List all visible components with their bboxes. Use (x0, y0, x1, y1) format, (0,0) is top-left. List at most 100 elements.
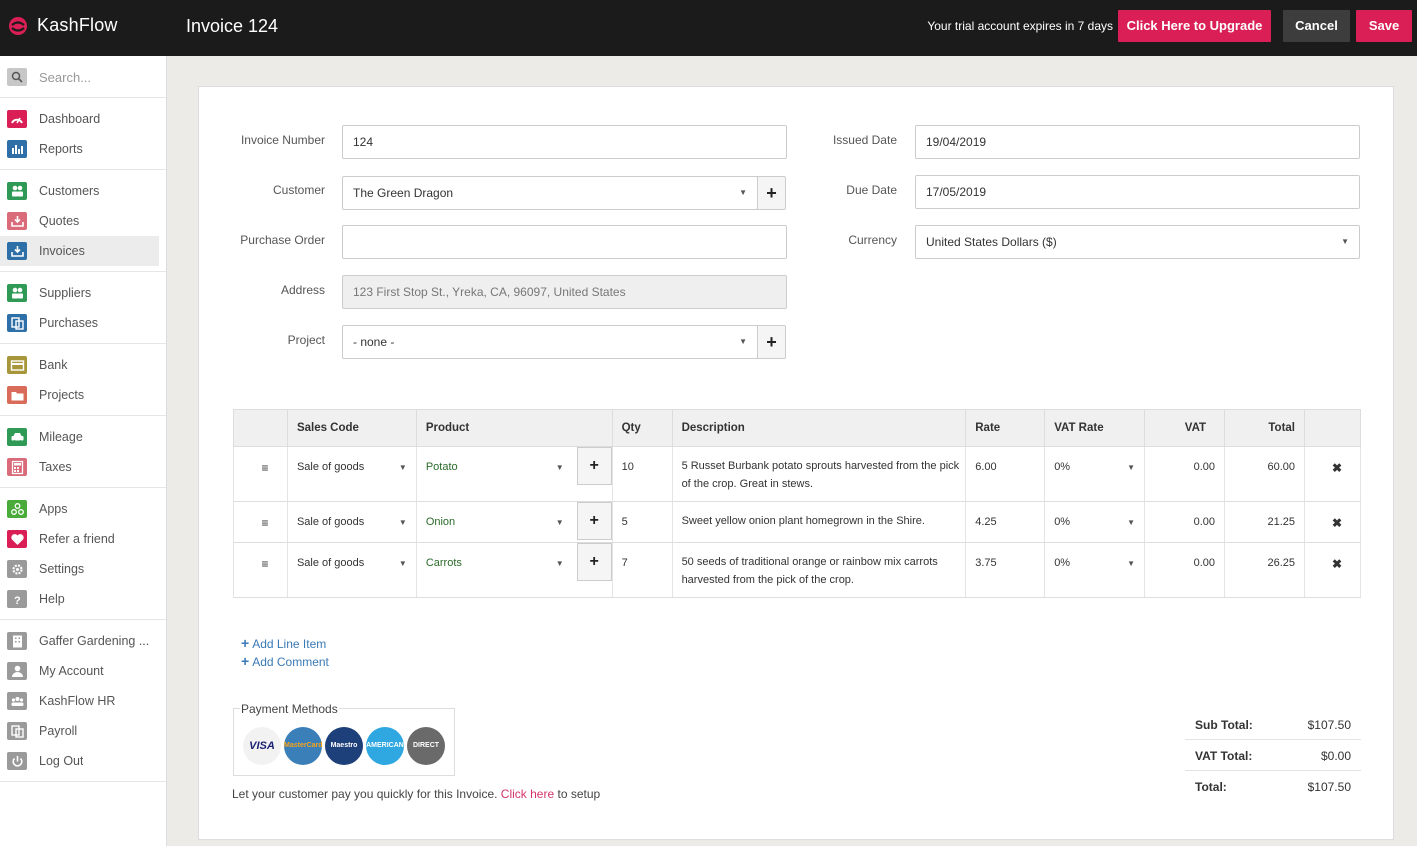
delete-row-icon[interactable]: ✖ (1304, 542, 1361, 598)
sidebar-item-label: Refer a friend (39, 532, 115, 546)
product-select[interactable]: Onion ▼ + (415, 501, 613, 543)
sales-code-select[interactable]: Sale of goods ▼ (286, 446, 417, 502)
sidebar-item-label: Projects (39, 388, 85, 402)
chevron-down-icon: ▼ (555, 463, 564, 472)
drag-handle-icon[interactable]: ≡ (233, 501, 288, 543)
sidebar-item-settings[interactable]: Settings (0, 554, 159, 584)
sidebar-item-label: Quotes (39, 214, 80, 228)
sidebar-item-bank[interactable]: Bank (0, 350, 159, 380)
currency-label: Currency (848, 233, 897, 247)
sidebar-item-label: Invoices (39, 244, 85, 258)
search-input[interactable]: Search... (39, 70, 91, 85)
sidebar-search[interactable]: Search... (0, 56, 166, 98)
add-line-item-link[interactable]: + Add Line Item (241, 635, 326, 651)
rate-input[interactable]: 3.75 (965, 542, 1046, 598)
plus-icon: + (241, 653, 250, 669)
sidebar-item-invoices[interactable]: Invoices (0, 236, 159, 266)
line-total-value: 26.25 (1224, 542, 1305, 598)
sidebar-item-projects[interactable]: Projects (0, 380, 159, 410)
vat-rate-value: 0% (1054, 461, 1071, 473)
sales-code-value: Sale of goods (296, 516, 365, 528)
sales-code-select[interactable]: Sale of goods ▼ (286, 501, 417, 543)
col-product: Product (415, 409, 613, 447)
product-select[interactable]: Potato ▼ + (415, 446, 613, 502)
sidebar-item-payroll[interactable]: Payroll (0, 716, 159, 746)
payment-setup-link[interactable]: Click here (501, 787, 554, 801)
add-comment-link[interactable]: + Add Comment (241, 653, 329, 669)
drag-handle-icon[interactable]: ≡ (233, 542, 288, 598)
chevron-down-icon: ▼ (398, 463, 407, 472)
heart-icon (7, 530, 27, 548)
customer-select[interactable]: The Green Dragon ▼ (342, 176, 758, 210)
chevron-down-icon: ▼ (739, 188, 747, 197)
col-delete (1304, 409, 1361, 447)
add-product-button[interactable]: + (576, 447, 612, 485)
upgrade-button[interactable]: Click Here to Upgrade (1118, 10, 1271, 42)
description-input[interactable]: 50 seeds of traditional orange or rainbo… (671, 542, 967, 598)
sidebar-item-label: Suppliers (39, 286, 92, 300)
vat-total-row: VAT Total: $0.00 (1185, 740, 1361, 771)
sidebar-item-log-out[interactable]: Log Out (0, 746, 159, 776)
purchase-order-input[interactable] (342, 225, 787, 259)
delete-row-icon[interactable]: ✖ (1304, 501, 1361, 543)
sidebar-item-refer-a-friend[interactable]: Refer a friend (0, 524, 159, 554)
vat-value: 0.00 (1144, 542, 1226, 598)
vat-rate-select[interactable]: 0% ▼ (1044, 542, 1146, 598)
description-input[interactable]: 5 Russet Burbank potato sprouts harveste… (671, 446, 967, 502)
sidebar-item-gaffer-gardening[interactable]: Gaffer Gardening ... (0, 626, 159, 656)
qty-input[interactable]: 10 (611, 446, 673, 502)
sidebar-item-apps[interactable]: Apps (0, 494, 159, 524)
rate-input[interactable]: 6.00 (965, 446, 1046, 502)
delete-row-icon[interactable]: ✖ (1304, 446, 1361, 502)
add-comment-label: Add Comment (252, 655, 329, 669)
address-field: 123 First Stop St., Yreka, CA, 96097, Un… (342, 275, 787, 309)
product-select[interactable]: Carrots ▼ + (415, 542, 613, 598)
users-icon (7, 284, 27, 302)
save-button[interactable]: Save (1356, 10, 1412, 42)
add-customer-button[interactable]: + (757, 176, 786, 210)
add-product-button[interactable]: + (576, 543, 612, 581)
chevron-down-icon: ▼ (1127, 463, 1136, 472)
sub-total-value: $107.50 (1307, 718, 1351, 732)
sidebar-item-mileage[interactable]: Mileage (0, 422, 159, 452)
qty-input[interactable]: 5 (611, 501, 673, 543)
sales-code-select[interactable]: Sale of goods ▼ (286, 542, 417, 598)
invoice-number-input[interactable]: 124 (342, 125, 787, 159)
add-product-button[interactable]: + (576, 502, 612, 540)
sidebar-item-taxes[interactable]: Taxes (0, 452, 159, 482)
description-input[interactable]: Sweet yellow onion plant homegrown in th… (671, 501, 967, 543)
sidebar-item-reports[interactable]: Reports (0, 134, 159, 164)
sidebar-item-suppliers[interactable]: Suppliers (0, 278, 159, 308)
cancel-button[interactable]: Cancel (1283, 10, 1350, 42)
currency-value: United States Dollars ($) (926, 235, 1057, 249)
chevron-down-icon: ▼ (1127, 559, 1136, 568)
page-title: Invoice 124 (186, 16, 279, 36)
svg-text:?: ? (14, 595, 21, 607)
vat-rate-select[interactable]: 0% ▼ (1044, 501, 1146, 543)
drag-handle-icon[interactable]: ≡ (233, 446, 288, 502)
power-icon (7, 752, 27, 770)
team-icon (7, 692, 27, 710)
due-date-input[interactable]: 17/05/2019 (915, 175, 1360, 209)
sidebar-item-kashflow-hr[interactable]: KashFlow HR (0, 686, 159, 716)
product-value: Onion (425, 516, 456, 528)
sidebar-item-quotes[interactable]: Quotes (0, 206, 159, 236)
sidebar-item-my-account[interactable]: My Account (0, 656, 159, 686)
sidebar-item-help[interactable]: ? Help (0, 584, 159, 614)
qty-input[interactable]: 7 (611, 542, 673, 598)
rate-input[interactable]: 4.25 (965, 501, 1046, 543)
sidebar-item-dashboard[interactable]: Dashboard (0, 104, 159, 134)
sidebar-group: Customers Quotes Invoices (0, 170, 166, 272)
add-project-button[interactable]: + (757, 325, 786, 359)
sidebar-item-customers[interactable]: Customers (0, 176, 159, 206)
vat-rate-select[interactable]: 0% ▼ (1044, 446, 1146, 502)
apps-icon (7, 500, 27, 518)
project-select[interactable]: - none - ▼ (342, 325, 758, 359)
sidebar-item-purchases[interactable]: Purchases (0, 308, 159, 338)
kashflow-logo[interactable]: KashFlow (8, 15, 118, 36)
currency-select[interactable]: United States Dollars ($) ▼ (915, 225, 1360, 259)
invoice-number-label: Invoice Number (240, 133, 325, 147)
add-line-item-label: Add Line Item (252, 637, 327, 651)
payment-methods-title: Payment Methods (240, 702, 339, 716)
issued-date-input[interactable]: 19/04/2019 (915, 125, 1360, 159)
